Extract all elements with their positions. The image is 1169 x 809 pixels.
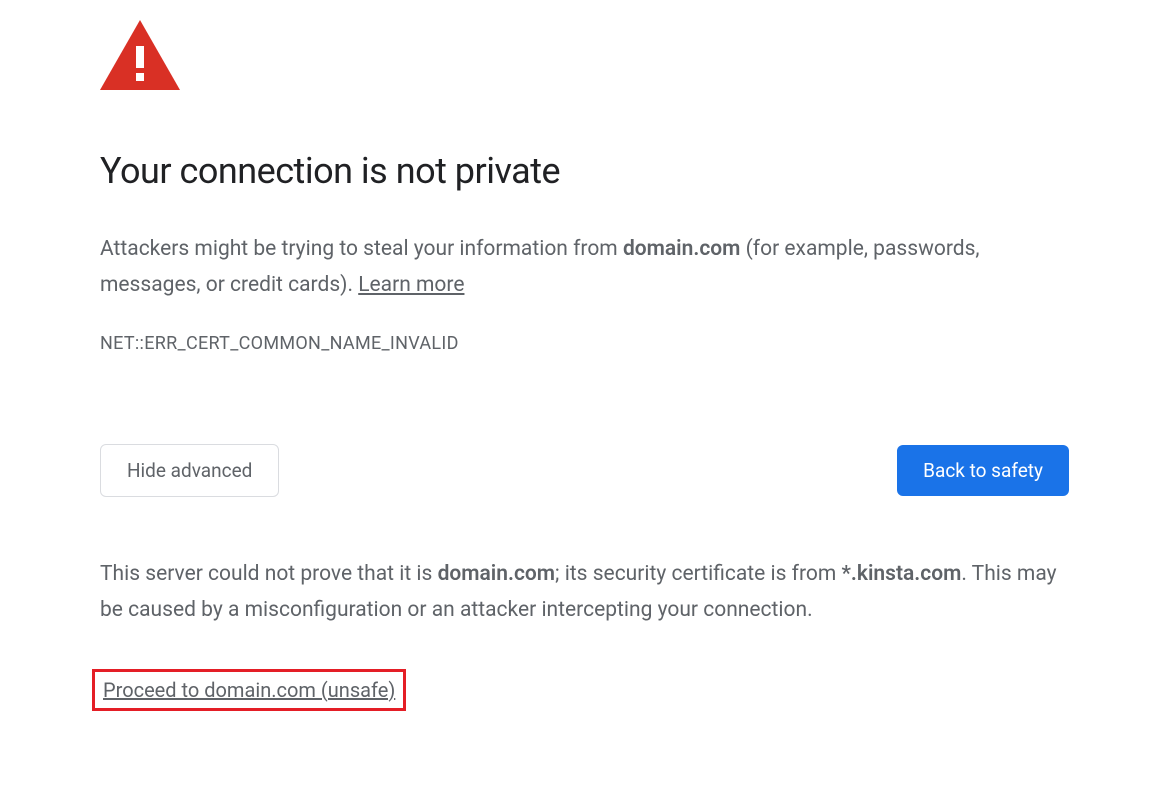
back-to-safety-button[interactable]: Back to safety <box>897 445 1069 496</box>
proceed-highlight-box: Proceed to domain.com (unsafe) <box>92 669 406 711</box>
warning-description: Attackers might be trying to steal your … <box>100 232 1069 303</box>
details-middle: ; its security certificate is from <box>555 562 841 586</box>
error-code: NET::ERR_CERT_COMMON_NAME_INVALID <box>100 333 1069 354</box>
button-row: Hide advanced Back to safety <box>100 444 1069 497</box>
description-domain: domain.com <box>623 237 740 261</box>
details-domain: domain.com <box>438 562 555 586</box>
details-prefix: This server could not prove that it is <box>100 562 438 586</box>
page-title: Your connection is not private <box>100 150 1069 192</box>
description-prefix: Attackers might be trying to steal your … <box>100 237 623 261</box>
certificate-details: This server could not prove that it is d… <box>100 557 1069 628</box>
proceed-unsafe-link[interactable]: Proceed to domain.com (unsafe) <box>103 678 395 702</box>
hide-advanced-button[interactable]: Hide advanced <box>100 444 279 497</box>
warning-triangle-icon <box>100 20 180 90</box>
learn-more-link[interactable]: Learn more <box>358 273 464 297</box>
details-cert-domain: *.kinsta.com <box>841 562 961 586</box>
